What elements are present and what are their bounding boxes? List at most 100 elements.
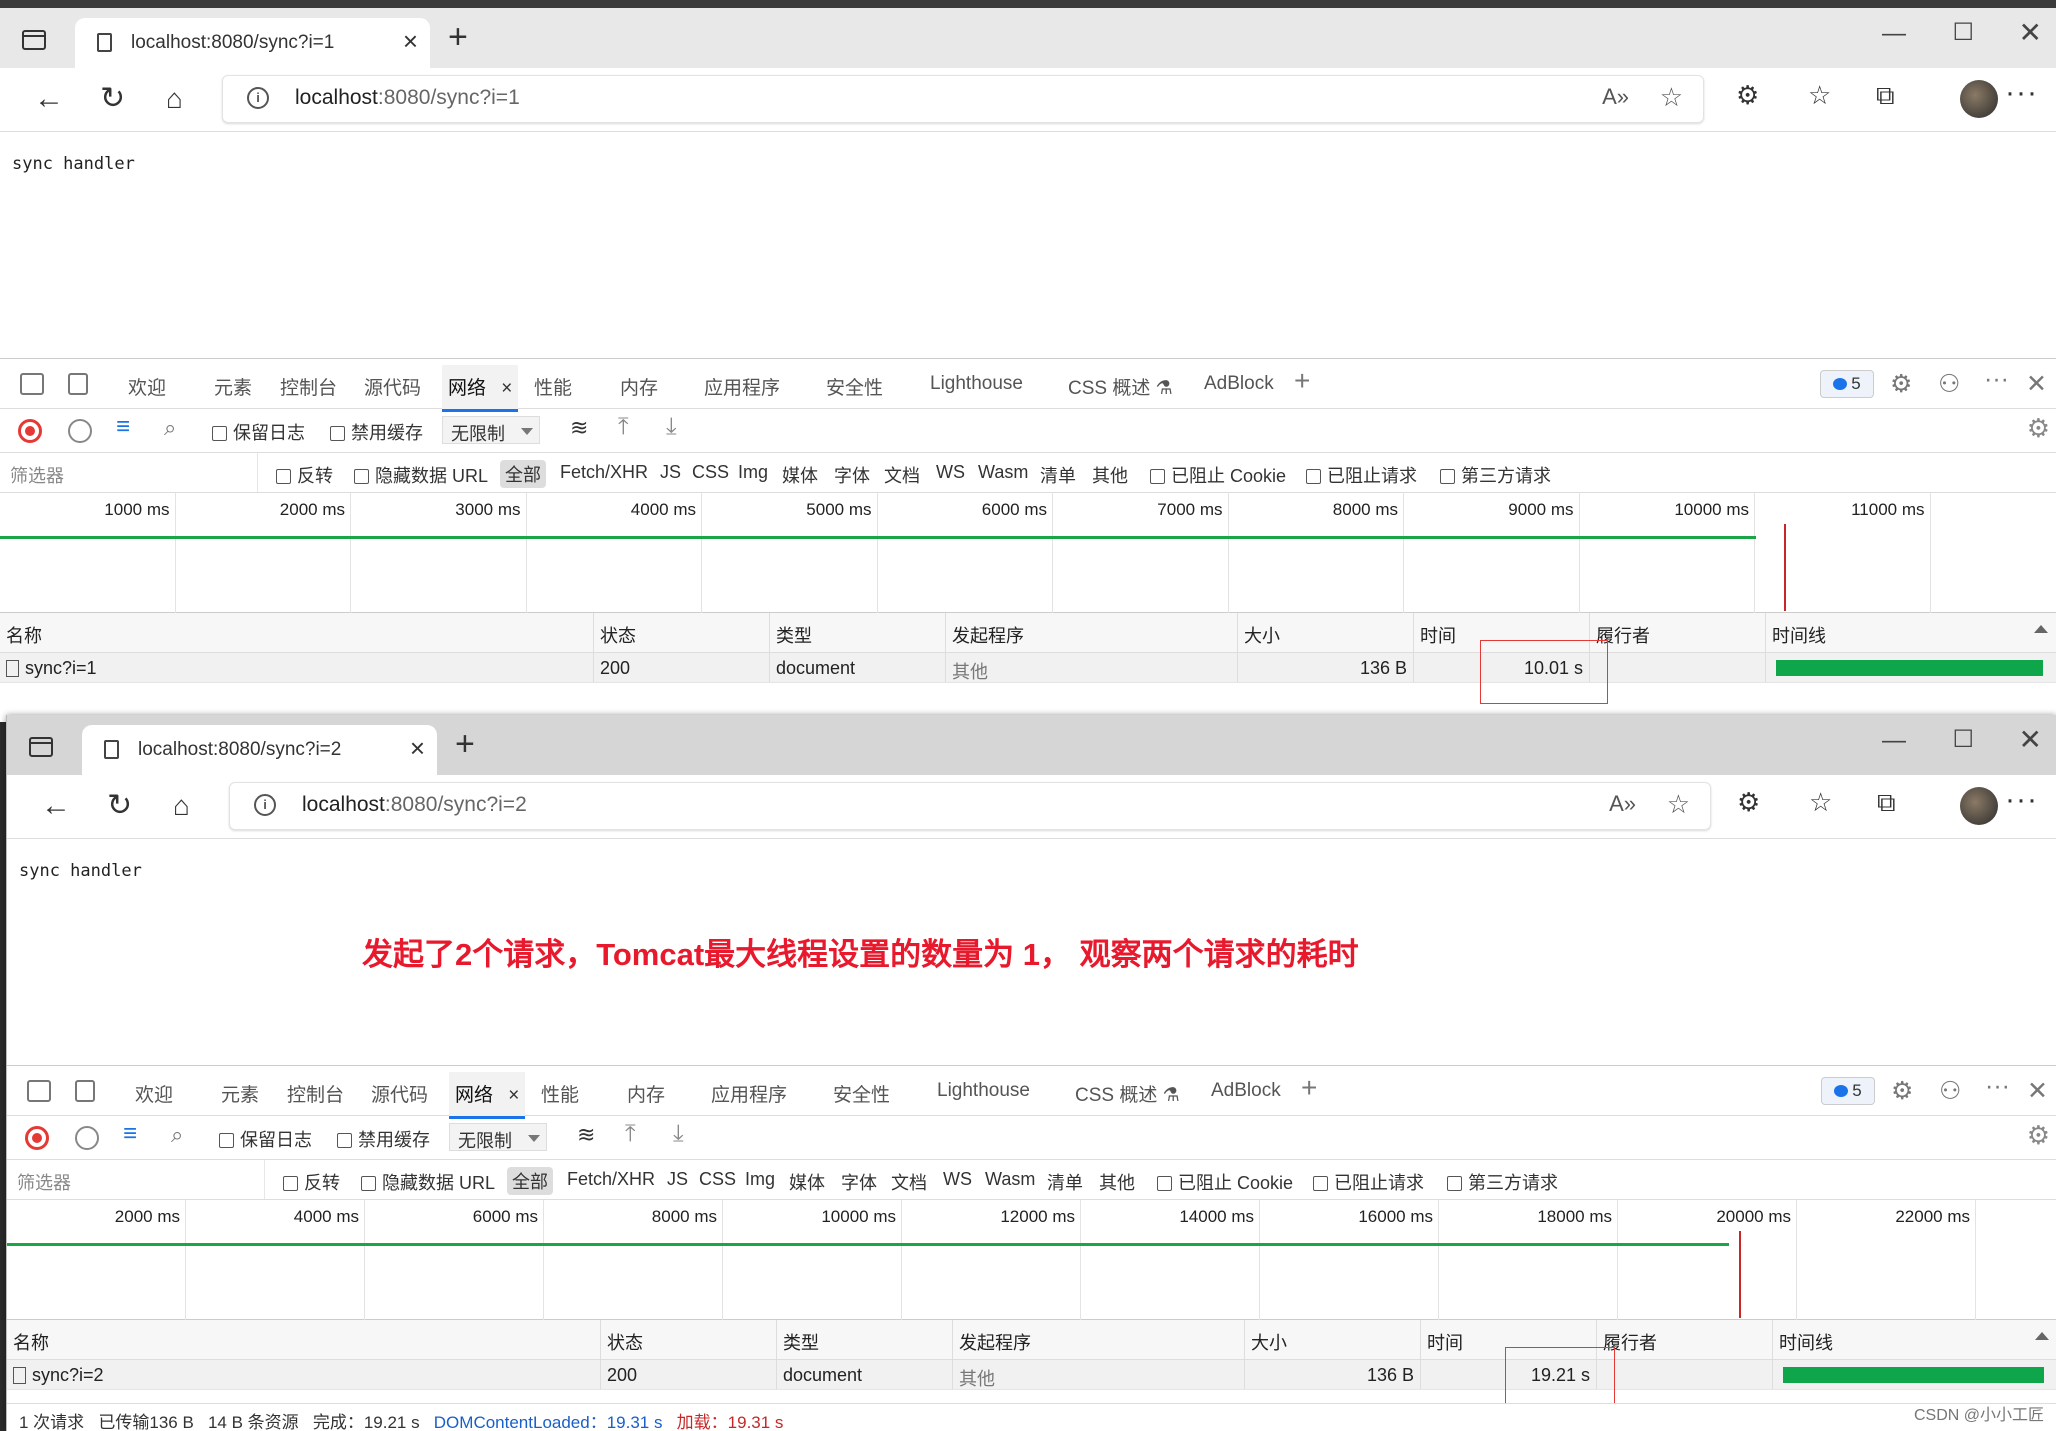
maximize-icon[interactable]: ☐ [1952,18,1974,47]
disable-cache-checkbox[interactable]: 禁用缓存 [337,1126,430,1152]
favorites-icon[interactable]: ☆ [1809,787,1832,818]
col-fulfilled[interactable]: 履行者 [1590,613,1766,652]
sort-icon[interactable] [2034,625,2048,633]
type-js[interactable]: JS [667,1169,688,1190]
tab-adblock[interactable]: AdBlock [1211,1080,1281,1102]
third-party-checkbox[interactable]: 第三方请求 [1440,462,1551,488]
blocked-cookies-checkbox[interactable]: 已阻止 Cookie [1157,1169,1293,1195]
table-row[interactable]: sync?i=2 200 document 其他 136 B 19.21 s [7,1360,2056,1390]
network-conditions-icon[interactable]: ≋ [570,415,588,441]
add-favorite-icon[interactable]: ☆ [1667,789,1690,820]
url-field[interactable]: i localhost:8080/sync?i=1 A» ☆ [222,75,1704,123]
tab-performance[interactable]: 性能 [541,1080,579,1107]
type-wasm[interactable]: Wasm [985,1169,1035,1190]
more-tools-icon[interactable]: ··· [1984,365,2009,394]
type-fetch[interactable]: Fetch/XHR [567,1169,655,1190]
type-manifest[interactable]: 清单 [1040,462,1076,488]
type-all[interactable]: 全部 [507,1167,553,1195]
settings-icon[interactable]: ⚙ [1890,369,1912,399]
preserve-log-checkbox[interactable]: 保留日志 [212,419,305,445]
new-tab-icon[interactable]: + [448,18,468,57]
col-status[interactable]: 状态 [601,1320,777,1359]
close-tab-icon[interactable]: × [410,733,425,764]
col-size[interactable]: 大小 [1238,613,1414,652]
filter-input[interactable]: 筛选器 [7,1160,265,1199]
device-icon[interactable] [75,1080,95,1102]
new-tab-icon[interactable]: + [455,725,475,764]
blocked-cookies-checkbox[interactable]: 已阻止 Cookie [1150,462,1286,488]
row-name[interactable]: sync?i=1 [0,653,594,682]
extensions-icon[interactable]: ⚙ [1736,80,1759,111]
close-window-icon[interactable]: ✕ [2019,16,2042,49]
home-icon[interactable]: ⌂ [173,789,190,823]
col-type[interactable]: 类型 [770,613,946,652]
col-waterfall[interactable]: 时间线 [1773,1320,2056,1359]
type-fetch[interactable]: Fetch/XHR [560,462,648,483]
col-name[interactable]: 名称 [7,1320,601,1359]
inspect-icon[interactable] [20,373,44,395]
feedback-icon[interactable]: ⚇ [1938,369,1960,399]
disable-cache-checkbox[interactable]: 禁用缓存 [330,419,423,445]
type-font[interactable]: 字体 [841,1169,877,1195]
close-tab-icon[interactable]: × [403,26,418,57]
add-tool-icon[interactable]: + [1301,1072,1317,1104]
type-img[interactable]: Img [745,1169,775,1190]
row-name[interactable]: sync?i=2 [7,1360,601,1389]
filter-input[interactable]: 筛选器 [0,453,258,492]
tab-security[interactable]: 安全性 [833,1080,890,1107]
filter-icon[interactable]: ≡ [123,1120,137,1148]
tab-css-overview[interactable]: CSS 概述 ⚗ [1075,1080,1180,1107]
throttling-select[interactable]: 无限制 [442,416,540,444]
search-icon[interactable]: ⌕ [171,1122,183,1148]
type-doc[interactable]: 文档 [891,1169,927,1195]
filter-icon[interactable]: ≡ [116,413,130,441]
type-ws[interactable]: WS [943,1169,972,1190]
network-settings-icon[interactable]: ⚙ [2027,413,2050,444]
record-icon[interactable] [25,1126,49,1150]
type-media[interactable]: 媒体 [789,1169,825,1195]
type-js[interactable]: JS [660,462,681,483]
add-tool-icon[interactable]: + [1294,365,1310,397]
network-settings-icon[interactable]: ⚙ [2027,1120,2050,1151]
col-waterfall[interactable]: 时间线 [1766,613,2056,652]
extensions-icon[interactable]: ⚙ [1737,787,1760,818]
type-other[interactable]: 其他 [1092,462,1128,488]
tab-sources[interactable]: 源代码 [364,373,421,400]
tab-welcome[interactable]: 欢迎 [135,1080,173,1107]
type-css[interactable]: CSS [692,462,729,483]
export-har-icon[interactable]: ⤓ [666,413,677,441]
invert-checkbox[interactable]: 反转 [283,1169,340,1195]
type-img[interactable]: Img [738,462,768,483]
refresh-icon[interactable]: ↻ [100,82,125,116]
tab-console[interactable]: 控制台 [280,373,337,400]
overview-timeline[interactable]: 1000 ms 2000 ms 3000 ms 4000 ms 5000 ms 6000 … [0,493,2056,613]
close-tab-icon[interactable]: × [508,1085,519,1106]
read-aloud-icon[interactable]: A» [1602,84,1629,110]
col-status[interactable]: 状态 [594,613,770,652]
close-devtools-icon[interactable]: ✕ [2027,1076,2048,1106]
device-icon[interactable] [68,373,88,395]
tab-welcome[interactable]: 欢迎 [128,373,166,400]
close-devtools-icon[interactable]: ✕ [2026,369,2047,399]
site-info-icon[interactable]: i [254,794,276,816]
browser-tab[interactable]: localhost:8080/sync?i=1 × [75,18,430,68]
clear-icon[interactable] [75,1126,99,1150]
collections-icon[interactable]: ⧉ [1876,80,1895,112]
more-icon[interactable]: ··· [2005,783,2038,817]
col-fulfilled[interactable]: 履行者 [1597,1320,1773,1359]
sort-icon[interactable] [2035,1332,2049,1340]
url-field[interactable]: i localhost:8080/sync?i=2 A» ☆ [229,782,1711,830]
tab-memory[interactable]: 内存 [627,1080,665,1107]
tab-network[interactable]: 网络 × [442,365,519,412]
settings-icon[interactable]: ⚙ [1891,1076,1913,1106]
add-favorite-icon[interactable]: ☆ [1660,82,1683,113]
col-initiator[interactable]: 发起程序 [953,1320,1245,1359]
tab-application[interactable]: 应用程序 [704,373,780,400]
minimize-icon[interactable]: — [1882,727,1906,755]
record-icon[interactable] [18,419,42,443]
tab-performance[interactable]: 性能 [534,373,572,400]
back-icon[interactable]: ← [34,82,64,116]
more-icon[interactable]: ··· [2005,76,2038,110]
collections-icon[interactable]: ⧉ [1877,787,1896,819]
browser-tab[interactable]: localhost:8080/sync?i=2 × [82,725,437,775]
